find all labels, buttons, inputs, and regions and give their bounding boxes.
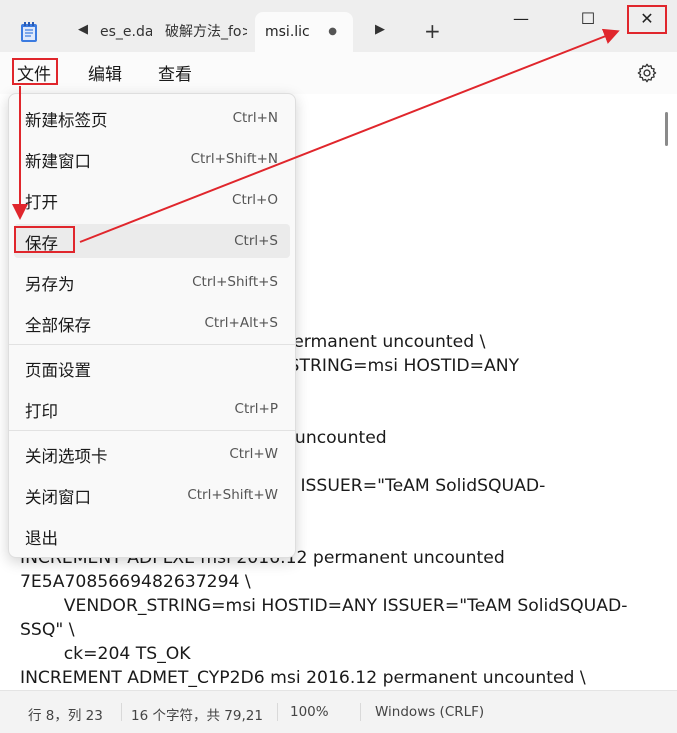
menu-item-shortcut: Ctrl+Shift+N (190, 151, 278, 167)
menu-item-open[interactable]: 打开 Ctrl+O (14, 183, 290, 217)
status-bar: 行 8，列 23 16 个字符，共 79,21 100% Windows (CR… (0, 690, 677, 733)
menu-edit[interactable]: 编辑 (88, 60, 122, 85)
menu-item-label: 全部保存 (25, 316, 91, 335)
menu-item-label: 打印 (25, 402, 58, 421)
file-menu-dropdown: 新建标签页 Ctrl+N 新建窗口 Ctrl+Shift+N 打开 Ctrl+O… (8, 93, 296, 558)
tab-label: es_e.da (100, 24, 152, 40)
menu-item-new-window[interactable]: 新建窗口 Ctrl+Shift+N (14, 142, 290, 176)
vertical-scrollbar[interactable] (665, 112, 668, 146)
tab-label: 破解方法_fo> (165, 24, 247, 40)
notepad-app-icon (21, 22, 37, 42)
menu-item-label: 退出 (25, 529, 58, 548)
menu-item-page-setup[interactable]: 页面设置 (14, 351, 290, 385)
menu-item-shortcut: Ctrl+W (229, 446, 278, 462)
menu-item-exit[interactable]: 退出 (14, 519, 290, 553)
tab-crack-method[interactable]: 破解方法_fo> (165, 12, 247, 52)
menu-item-shortcut: Ctrl+S (234, 233, 278, 249)
menu-item-shortcut: Ctrl+Alt+S (204, 315, 279, 331)
tab-es-e-da[interactable]: es_e.da (100, 12, 152, 52)
character-count: 16 个字符，共 79,21 (131, 708, 263, 724)
menu-separator (9, 344, 295, 345)
title-bar: ◀ es_e.da 破解方法_fo> msi.lic ● ▶ + — ☐ ✕ (0, 0, 677, 52)
cursor-position: 行 8，列 23 (28, 708, 103, 724)
maximize-icon[interactable]: ☐ (565, 4, 611, 34)
menu-separator (9, 430, 295, 431)
menu-item-label: 另存为 (25, 275, 75, 294)
annotation-box-close (627, 5, 667, 34)
menu-item-print[interactable]: 打印 Ctrl+P (14, 392, 290, 426)
menu-item-close-window[interactable]: 关闭窗口 Ctrl+Shift+W (14, 478, 290, 512)
menu-item-label: 关闭窗口 (25, 488, 91, 507)
tab-scroll-left-icon[interactable]: ◀ (78, 22, 88, 37)
menu-item-label: 打开 (25, 193, 58, 212)
minimize-icon[interactable]: — (498, 4, 544, 34)
menu-item-close-tab[interactable]: 关闭选项卡 Ctrl+W (14, 437, 290, 471)
annotation-box-save (14, 226, 75, 253)
menu-view[interactable]: 查看 (158, 60, 192, 85)
menu-item-label: 新建窗口 (25, 152, 91, 171)
line-ending[interactable]: Windows (CRLF) (375, 704, 484, 720)
menu-item-shortcut: Ctrl+Shift+S (192, 274, 278, 290)
menu-item-label: 页面设置 (25, 361, 91, 380)
menu-bar: 文件 编辑 查看 (0, 52, 677, 94)
menu-item-shortcut: Ctrl+N (232, 110, 278, 126)
gear-icon[interactable] (636, 62, 658, 84)
menu-item-save-as[interactable]: 另存为 Ctrl+Shift+S (14, 265, 290, 299)
tab-scroll-right-icon[interactable]: ▶ (375, 22, 385, 37)
zoom-level[interactable]: 100% (290, 704, 329, 720)
status-divider (277, 703, 278, 721)
tab-label: msi.lic (265, 24, 310, 40)
menu-item-new-tab[interactable]: 新建标签页 Ctrl+N (14, 101, 290, 135)
menu-item-label: 关闭选项卡 (25, 447, 108, 466)
menu-item-save-all[interactable]: 全部保存 Ctrl+Alt+S (14, 306, 290, 340)
unsaved-dot-icon[interactable]: ● (328, 12, 337, 52)
menu-item-shortcut: Ctrl+Shift+W (187, 487, 278, 503)
menu-item-shortcut: Ctrl+P (234, 401, 278, 417)
annotation-box-file-menu (12, 58, 58, 85)
status-divider (360, 703, 361, 721)
add-tab-icon[interactable]: + (424, 19, 441, 43)
menu-item-shortcut: Ctrl+O (232, 192, 278, 208)
status-divider (121, 703, 122, 721)
menu-item-label: 新建标签页 (25, 111, 108, 130)
tab-msi-lic[interactable]: msi.lic ● (255, 12, 353, 52)
